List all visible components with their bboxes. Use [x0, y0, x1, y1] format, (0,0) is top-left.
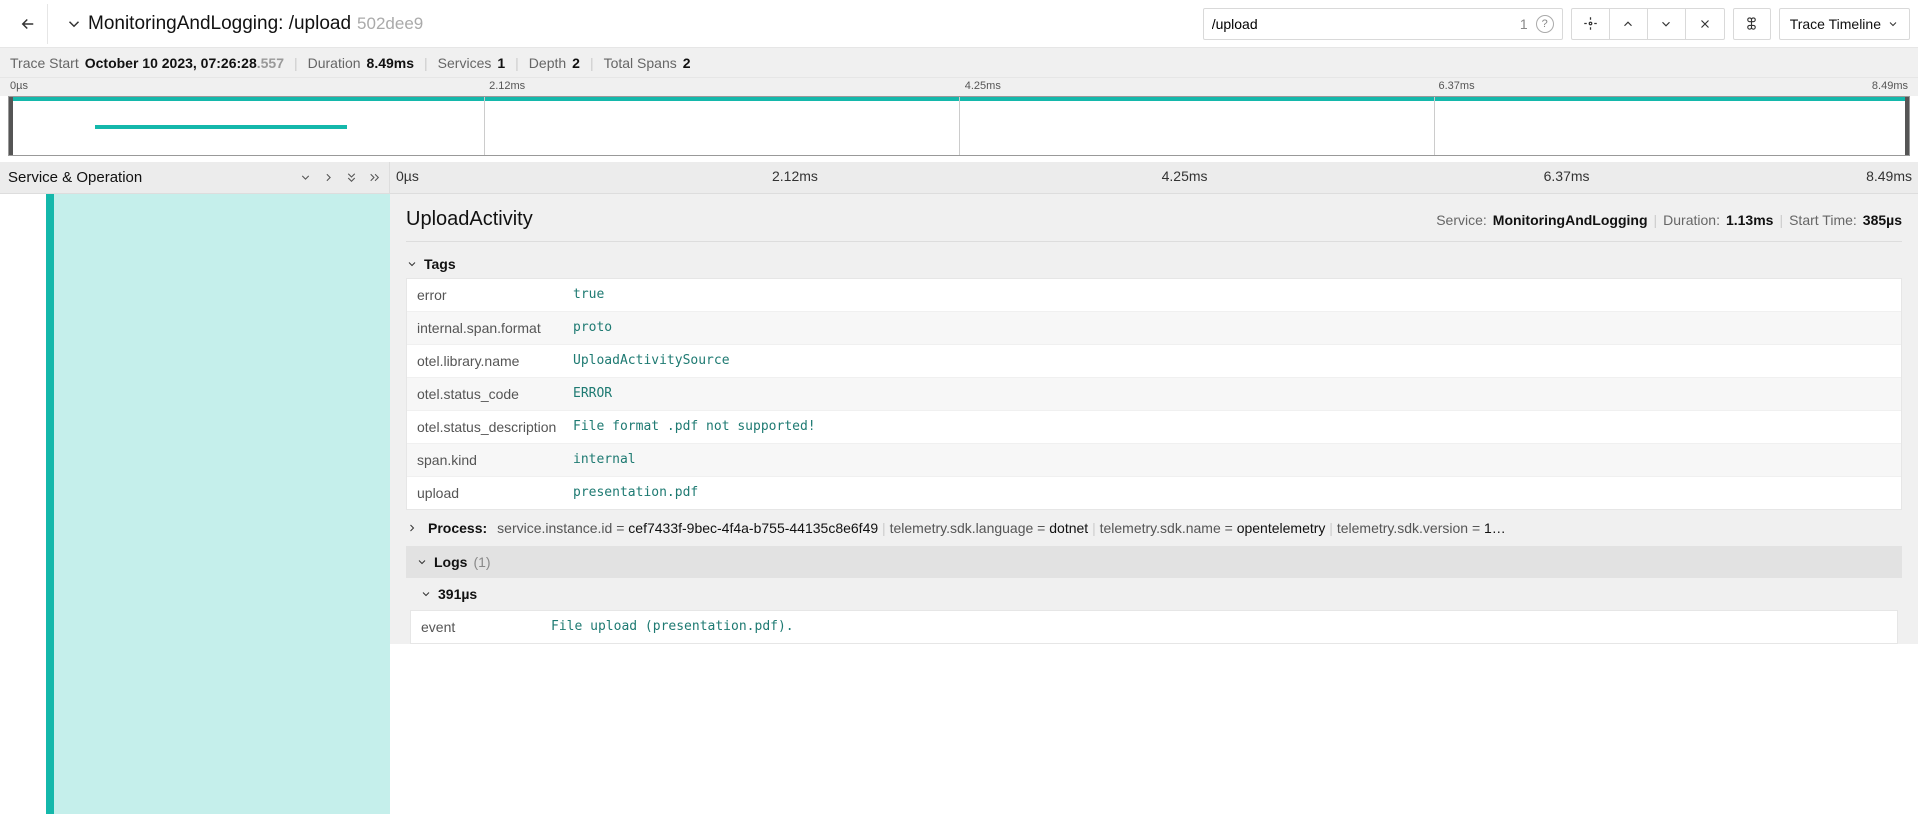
command-icon	[1744, 16, 1759, 31]
search-input[interactable]	[1212, 16, 1472, 32]
tags-table: errortrueinternal.span.formatprotootel.l…	[406, 278, 1902, 510]
log-row[interactable]: eventFile upload (presentation.pdf).	[411, 611, 1897, 643]
process-kv: telemetry.sdk.name = opentelemetry	[1100, 520, 1326, 536]
span-detail-panel: UploadActivity Service:MonitoringAndLogg…	[390, 194, 1918, 644]
clear-search-button[interactable]	[1686, 9, 1724, 39]
tag-value: UploadActivitySource	[573, 353, 730, 369]
collapse-toggle[interactable]	[60, 15, 88, 33]
help-icon[interactable]: ?	[1536, 15, 1554, 33]
tags-toggle[interactable]: Tags	[406, 250, 1902, 278]
log-key: event	[421, 619, 551, 635]
process-row[interactable]: Process: service.instance.id = cef7433f-…	[406, 510, 1902, 546]
collapse-all-button[interactable]	[345, 171, 358, 184]
expand-children-button[interactable]	[322, 171, 335, 184]
log-value: File upload (presentation.pdf).	[551, 619, 794, 635]
locate-button[interactable]	[1572, 9, 1610, 39]
search-box[interactable]: 1 ?	[1203, 8, 1563, 40]
chevron-down-icon	[420, 588, 432, 600]
tag-value: proto	[573, 320, 612, 336]
search-nav-group	[1571, 8, 1725, 40]
span-color-bar	[46, 194, 54, 814]
tag-row[interactable]: errortrue	[407, 279, 1901, 312]
tag-row[interactable]: uploadpresentation.pdf	[407, 477, 1901, 509]
trace-id-short: 502dee9	[357, 14, 423, 34]
double-chevron-down-icon	[345, 171, 358, 184]
tag-key: upload	[417, 485, 573, 501]
tag-key: internal.span.format	[417, 320, 573, 336]
chevron-down-icon	[299, 171, 312, 184]
view-selector[interactable]: Trace Timeline	[1779, 8, 1910, 40]
span-meta: Service:MonitoringAndLogging | Duration:…	[1436, 212, 1902, 228]
tag-value: presentation.pdf	[573, 485, 698, 501]
process-kv: telemetry.sdk.version = 1…	[1337, 520, 1506, 536]
chevron-down-icon	[406, 258, 418, 270]
tag-row[interactable]: span.kindinternal	[407, 444, 1901, 477]
tag-row[interactable]: otel.status_codeERROR	[407, 378, 1901, 411]
expand-all-button[interactable]	[368, 171, 381, 184]
tag-row[interactable]: otel.library.nameUploadActivitySource	[407, 345, 1901, 378]
tag-key: error	[417, 287, 573, 303]
tag-row[interactable]: internal.span.formatproto	[407, 312, 1901, 345]
tag-key: otel.status_code	[417, 386, 573, 402]
selected-span-highlight	[54, 194, 390, 814]
span-operation-name: UploadActivity	[406, 208, 533, 231]
chevron-right-icon	[322, 171, 335, 184]
page-title: MonitoringAndLogging: /upload 502dee9	[88, 13, 423, 35]
prev-result-button[interactable]	[1610, 9, 1648, 39]
process-kv: service.instance.id = cef7433f-9bec-4f4a…	[497, 520, 878, 536]
tag-value: File format .pdf not supported!	[573, 419, 816, 435]
chevron-right-icon	[406, 522, 418, 534]
minimap-ruler: 0µs 2.12ms 4.25ms 6.37ms 8.49ms	[0, 78, 1918, 96]
minimap-handle-right[interactable]	[1905, 97, 1909, 155]
tag-value: ERROR	[573, 386, 612, 402]
minimap-handle-left[interactable]	[9, 97, 13, 155]
log-table: eventFile upload (presentation.pdf).	[410, 610, 1898, 644]
service-operation-header: Service & Operation	[0, 162, 390, 194]
tag-key: otel.library.name	[417, 353, 573, 369]
keyboard-shortcuts-button[interactable]	[1733, 8, 1771, 40]
minimap-span-child	[95, 125, 348, 129]
chevron-down-icon	[1659, 17, 1673, 31]
tag-key: otel.status_description	[417, 419, 573, 435]
collapse-children-button[interactable]	[299, 171, 312, 184]
minimap[interactable]	[8, 96, 1910, 156]
next-result-button[interactable]	[1648, 9, 1686, 39]
crosshair-icon	[1583, 16, 1598, 31]
chevron-down-icon	[65, 15, 83, 33]
timeline-ruler: 0µs 2.12ms 4.25ms 6.37ms 8.49ms	[390, 162, 1918, 194]
process-kv: telemetry.sdk.language = dotnet	[890, 520, 1089, 536]
logs-toggle[interactable]: Logs (1)	[406, 546, 1902, 578]
tag-key: span.kind	[417, 452, 573, 468]
chevron-up-icon	[1621, 17, 1635, 31]
tag-value: true	[573, 287, 604, 303]
double-chevron-right-icon	[368, 171, 381, 184]
tag-row[interactable]: otel.status_descriptionFile format .pdf …	[407, 411, 1901, 444]
chevron-down-icon	[1887, 18, 1899, 30]
trace-summary: Trace Start October 10 2023, 07:26:28.55…	[0, 48, 1918, 78]
chevron-down-icon	[416, 556, 428, 568]
log-entry-toggle[interactable]: 391µs	[406, 578, 1902, 610]
span-tree[interactable]	[0, 194, 390, 814]
tag-value: internal	[573, 452, 636, 468]
search-count: 1	[1520, 16, 1528, 32]
close-icon	[1698, 17, 1712, 31]
arrow-left-icon	[19, 15, 37, 33]
back-button[interactable]	[8, 4, 48, 44]
